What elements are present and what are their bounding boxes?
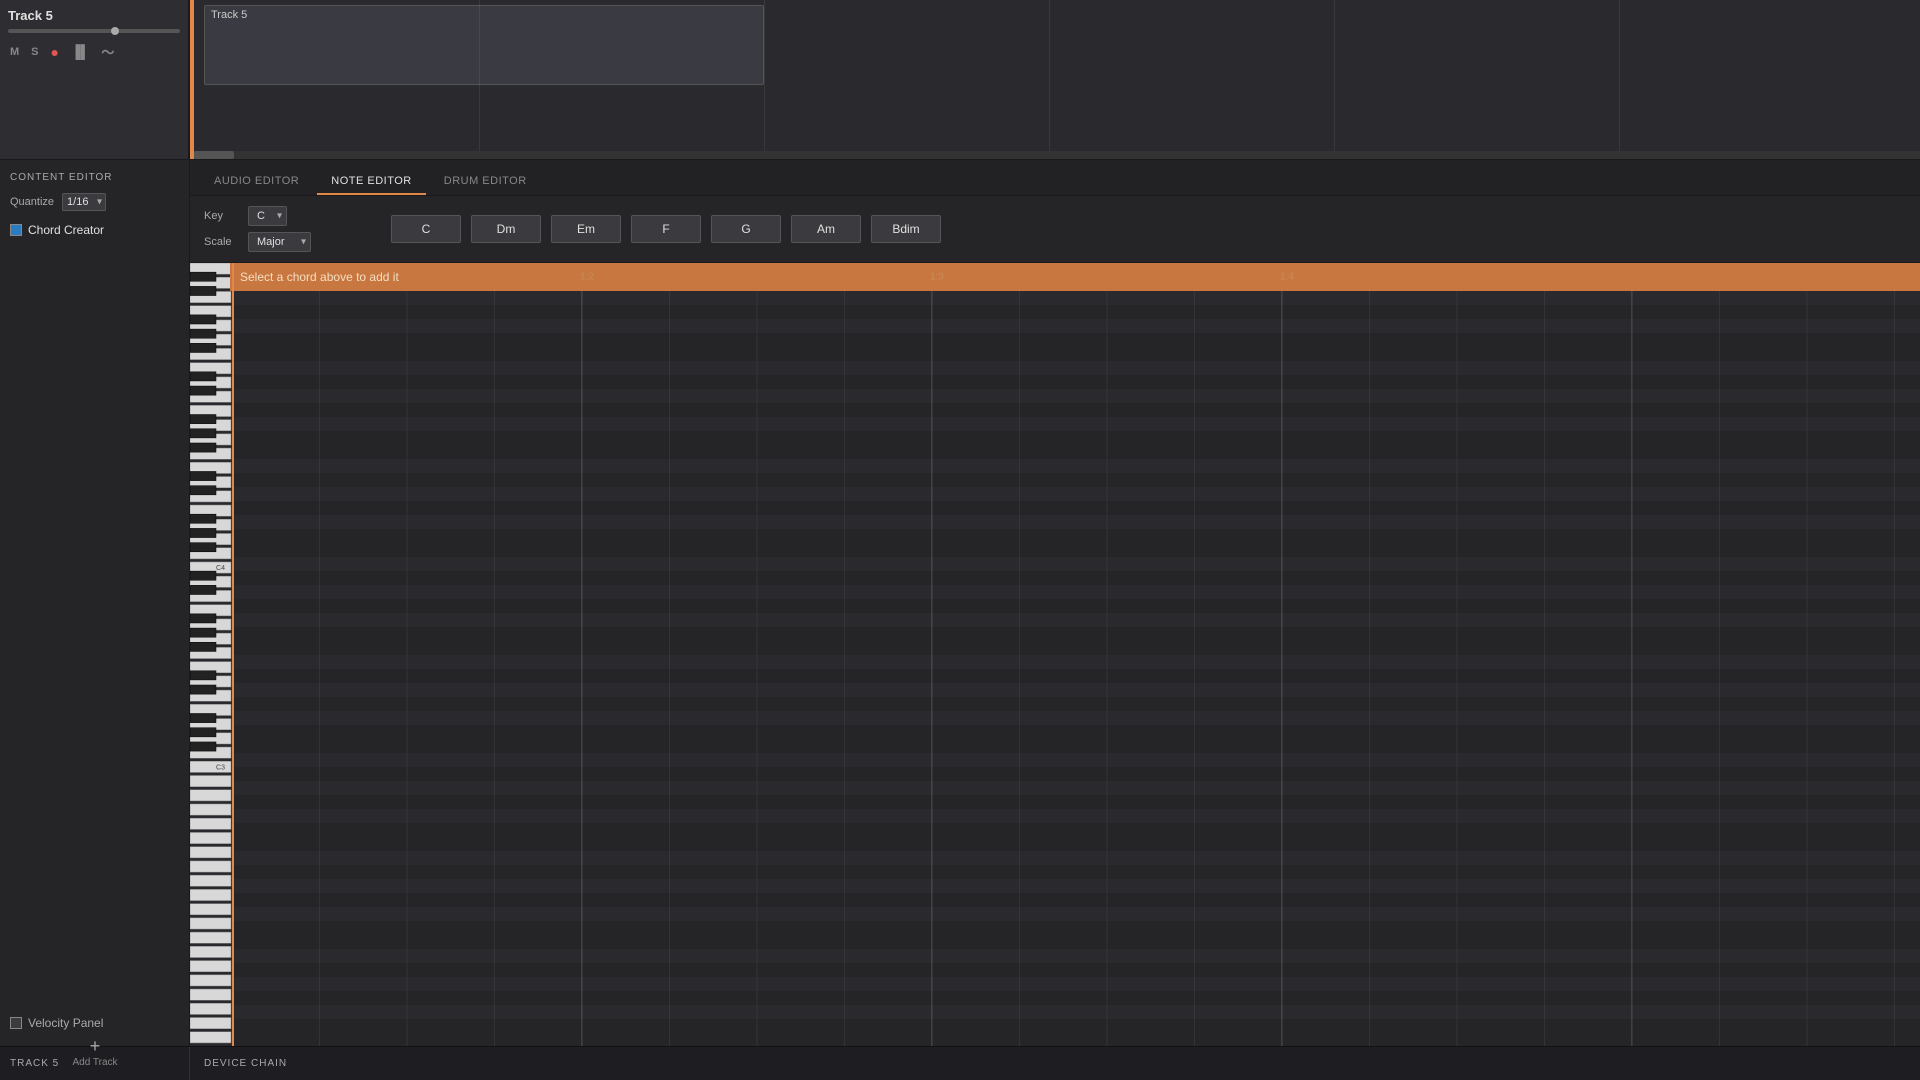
record-button[interactable]: ● bbox=[49, 43, 61, 61]
key-scale-group: Key C D E F G A B bbox=[204, 206, 311, 252]
chord-btn-F[interactable]: F bbox=[631, 215, 701, 243]
chord-btn-Em[interactable]: Em bbox=[551, 215, 621, 243]
scale-select[interactable]: Major Minor Dorian bbox=[248, 232, 311, 252]
chord-creator-checkbox[interactable] bbox=[10, 224, 22, 236]
content-editor-title: CONTENT EDITOR bbox=[10, 168, 179, 183]
piano-svg: C4 C3 bbox=[190, 263, 232, 1046]
velocity-panel-label: Velocity Panel bbox=[28, 1016, 103, 1030]
chord-hint-bar: Select a chord above to add it 1:2 1:3 1… bbox=[230, 263, 1920, 291]
piano-keys[interactable]: C4 C3 bbox=[190, 263, 232, 1046]
chord-btn-Am[interactable]: Am bbox=[791, 215, 861, 243]
timeline-area[interactable]: Track 5 bbox=[194, 0, 1920, 159]
scale-row: Scale Major Minor Dorian bbox=[204, 232, 311, 252]
add-track-plus-icon: + bbox=[90, 1037, 101, 1055]
quantize-row: Quantize 1/16 1/8 1/4 bbox=[10, 193, 179, 211]
track-volume-bar[interactable] bbox=[8, 29, 180, 33]
chord-btn-G[interactable]: G bbox=[711, 215, 781, 243]
chord-creator-label: Chord Creator bbox=[28, 223, 104, 237]
left-sidebar: CONTENT EDITOR Quantize 1/16 1/8 1/4 Cho… bbox=[0, 160, 190, 1046]
tab-drum-editor[interactable]: DRUM EDITOR bbox=[430, 169, 541, 195]
mute-button[interactable]: M bbox=[8, 45, 21, 59]
chord-controls-row: Key C D E F G A B bbox=[190, 196, 1920, 263]
svg-text:C3: C3 bbox=[216, 764, 225, 771]
wave-icon: 〜 bbox=[99, 41, 116, 62]
track-clip[interactable]: Track 5 bbox=[204, 5, 764, 85]
note-editor-content: Key C D E F G A B bbox=[190, 196, 1920, 1046]
clip-label: Track 5 bbox=[205, 6, 763, 24]
chord-btn-Bdim[interactable]: Bdim bbox=[871, 215, 941, 243]
svg-text:C4: C4 bbox=[216, 565, 225, 572]
piano-roll-container[interactable]: Select a chord above to add it 1:2 1:3 1… bbox=[190, 263, 1920, 1046]
chord-btn-Dm[interactable]: Dm bbox=[471, 215, 541, 243]
add-track-button[interactable]: + Add Track bbox=[0, 1033, 190, 1072]
key-row: Key C D E F G A B bbox=[204, 206, 311, 226]
chord-btn-C[interactable]: C bbox=[391, 215, 461, 243]
track-controls: M S ● ▐▌ 〜 bbox=[8, 41, 180, 62]
key-select[interactable]: C D E F G A B bbox=[248, 206, 287, 226]
tab-note-editor[interactable]: NOTE EDITOR bbox=[317, 169, 425, 195]
top-area: Track 5 M S ● ▐▌ 〜 + Add Track Track 5 bbox=[0, 0, 1920, 160]
editor-tabs: AUDIO EDITOR NOTE EDITOR DRUM EDITOR bbox=[190, 160, 1920, 196]
measure-marker-12: 1:2 bbox=[580, 272, 594, 283]
bottom-bar: TRACK 5 DEVICE CHAIN bbox=[0, 1046, 1920, 1080]
track-name: Track 5 bbox=[8, 8, 180, 23]
measure-marker-14: 1:4 bbox=[1280, 272, 1294, 283]
bars-icon: ▐▌ bbox=[69, 43, 91, 60]
playhead bbox=[232, 263, 234, 1046]
quantize-select[interactable]: 1/16 1/8 1/4 bbox=[62, 193, 106, 211]
tab-audio-editor[interactable]: AUDIO EDITOR bbox=[200, 169, 313, 195]
track-header: Track 5 M S ● ▐▌ 〜 + Add Track bbox=[0, 0, 190, 159]
measure-marker-13: 1:3 bbox=[930, 272, 944, 283]
grid-svg bbox=[232, 263, 1920, 1046]
scale-label: Scale bbox=[204, 236, 240, 248]
main-editor: AUDIO EDITOR NOTE EDITOR DRUM EDITOR Key… bbox=[190, 160, 1920, 1046]
quantize-wrapper: 1/16 1/8 1/4 bbox=[62, 193, 106, 211]
timeline-scrollbar[interactable] bbox=[194, 151, 1920, 159]
quantize-label: Quantize bbox=[10, 196, 54, 208]
key-select-wrapper: C D E F G A B bbox=[248, 206, 287, 226]
chord-hint-text: Select a chord above to add it bbox=[240, 270, 399, 284]
bottom-device-label: DEVICE CHAIN bbox=[190, 1047, 301, 1080]
timeline-scrollbar-thumb[interactable] bbox=[194, 151, 234, 159]
solo-button[interactable]: S bbox=[29, 45, 40, 59]
scale-select-wrapper: Major Minor Dorian bbox=[248, 232, 311, 252]
note-grid[interactable] bbox=[232, 263, 1920, 1046]
velocity-panel-checkbox[interactable] bbox=[10, 1017, 22, 1029]
add-track-label: Add Track bbox=[72, 1057, 117, 1068]
key-label: Key bbox=[204, 210, 240, 222]
middle-section: CONTENT EDITOR Quantize 1/16 1/8 1/4 Cho… bbox=[0, 160, 1920, 1046]
chord-creator-row: Chord Creator bbox=[10, 223, 179, 237]
chord-buttons: C Dm Em F G Am Bdim bbox=[331, 215, 1906, 243]
